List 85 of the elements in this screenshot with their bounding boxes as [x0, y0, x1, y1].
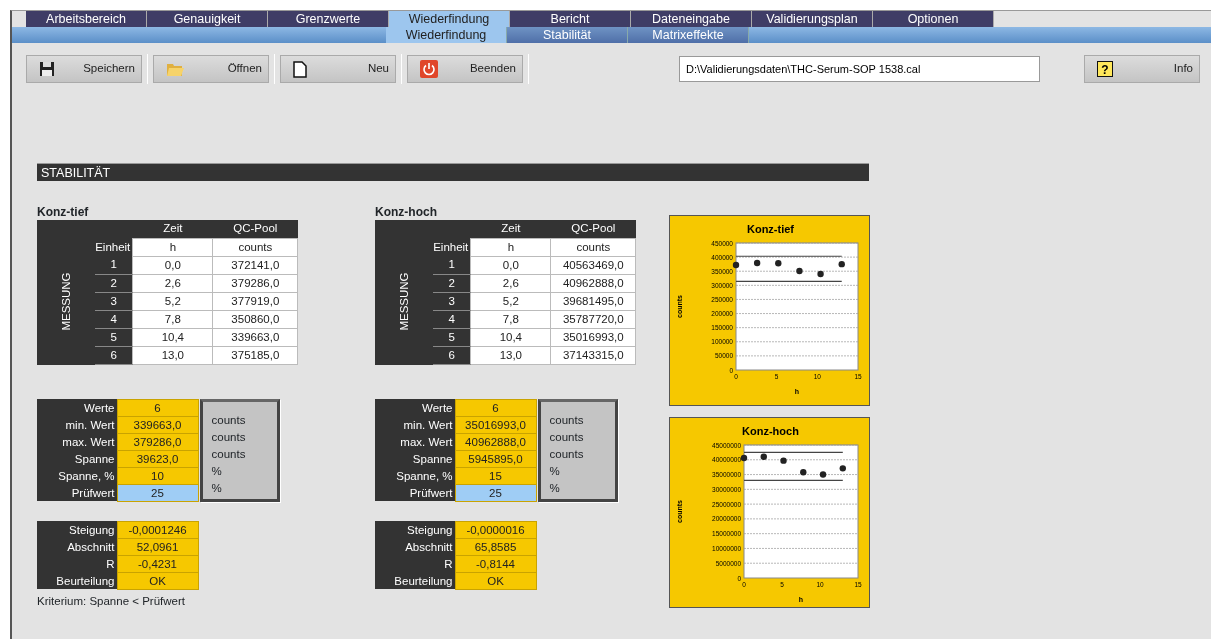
stat-value: -0,0001246 [117, 521, 198, 538]
toolbar-button[interactable]: Speichern [26, 55, 142, 83]
stat-label: max. Wert [37, 433, 117, 450]
unit-label: % [549, 464, 560, 477]
table-title: Konz-tief [37, 205, 90, 219]
unit-label: % [211, 464, 222, 477]
row-header: Einheit [433, 238, 471, 256]
stat-label: Spanne [37, 450, 117, 467]
chart-title: Konz-tief [747, 223, 794, 235]
stat-label: Spanne, % [375, 467, 455, 484]
stat-label: Steigung [37, 521, 117, 538]
power-icon [420, 60, 438, 78]
nav-tab[interactable]: Arbeitsbereich [26, 11, 147, 27]
stat-value: 6 [117, 399, 198, 416]
unit-cell: counts [550, 238, 636, 256]
stat-value: 6 [455, 399, 536, 416]
stat-label: R [37, 555, 117, 572]
sub-tab[interactable]: Matrixeffekte [628, 27, 749, 43]
column-header: QC-Pool [550, 220, 636, 238]
column-header: QC-Pool [212, 220, 298, 238]
scatter-point [800, 469, 807, 476]
stat-label: Abschnitt [375, 538, 455, 555]
unit-label: counts [211, 413, 246, 426]
stat-label: Werte [37, 399, 117, 416]
unit-label: counts [211, 430, 246, 443]
scatter-point [760, 453, 767, 460]
toolbar-button[interactable]: Beenden [407, 55, 523, 83]
unit-label: counts [549, 413, 584, 426]
toolbar-button[interactable]: Öffnen [153, 55, 269, 83]
stat-label: Werte [375, 399, 455, 416]
stat-label: Beurteilung [375, 572, 455, 589]
unit-label: % [211, 481, 222, 494]
stat-label: Prüfwert [37, 484, 117, 501]
nav-tab[interactable]: Dateneingabe [631, 11, 752, 27]
stat-label: Prüfwert [375, 484, 455, 501]
row-header: Einheit [95, 238, 133, 256]
unit-label: counts [549, 447, 584, 460]
scatter-point [839, 465, 846, 472]
stat-label: Spanne, % [37, 467, 117, 484]
nav-tab[interactable]: Optionen [873, 11, 994, 27]
unit-label: % [549, 481, 560, 494]
nav-tab[interactable]: Grenzwerte [268, 11, 389, 27]
nav-tab[interactable]: Wiederfindung [389, 11, 510, 27]
file-path-field[interactable]: D:\Validierungsdaten\THC-Serum-SOP 1538.cal [679, 56, 1040, 82]
scatter-point [732, 261, 740, 269]
stat-label: R [375, 555, 455, 572]
scatter-point [838, 260, 845, 268]
document-icon [293, 60, 307, 78]
scatter-point [740, 454, 748, 462]
row-group-label: MESSUNG [58, 271, 73, 331]
column-header: Zeit [470, 220, 551, 238]
folder-icon [166, 61, 184, 77]
chart-title: Konz-hoch [742, 425, 799, 437]
section-header: STABILITÄT [37, 163, 869, 181]
stat-label: Steigung [375, 521, 455, 538]
stat-label: Spanne [375, 450, 455, 467]
scatter-point [817, 270, 824, 278]
column-header: Zeit [132, 220, 213, 238]
table-title: Konz-hoch [375, 205, 438, 219]
stat-label: max. Wert [375, 433, 455, 450]
scatter-point [819, 471, 827, 478]
scatter-point [753, 259, 761, 267]
sub-tab[interactable]: Stabilität [507, 27, 628, 43]
row-group-label: MESSUNG [396, 271, 411, 331]
sub-tab[interactable]: Wiederfindung [386, 27, 507, 43]
stat-label: min. Wert [375, 416, 455, 433]
info-button[interactable]: ? Info [1084, 55, 1200, 83]
criterion-note: Kriterium: Spanne < Prüfwert [37, 593, 186, 609]
unit-cell: h [132, 238, 213, 256]
unit-cell: counts [212, 238, 298, 256]
toolbar-button[interactable]: Neu [280, 55, 396, 83]
help-icon: ? [1097, 61, 1113, 77]
scatter-point [780, 457, 787, 464]
scatter-point [775, 260, 782, 267]
stat-label: Abschnitt [37, 538, 117, 555]
stat-value: -0,0000016 [455, 521, 536, 538]
nav-tab[interactable]: Bericht [510, 11, 631, 27]
stat-label: Beurteilung [37, 572, 117, 589]
unit-cell: h [470, 238, 551, 256]
nav-tab[interactable]: Genauigkeit [147, 11, 268, 27]
stat-label: min. Wert [37, 416, 117, 433]
unit-label: counts [549, 430, 584, 443]
unit-label: counts [211, 447, 246, 460]
nav-tab[interactable]: Validierungsplan [752, 11, 873, 27]
scatter-point [796, 267, 803, 275]
